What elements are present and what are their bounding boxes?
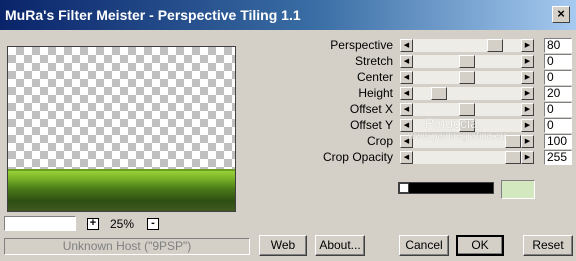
title-bar: MuRa's Filter Meister - Perspective Tili… — [0, 0, 576, 30]
control-label: Offset Y — [350, 118, 393, 132]
reset-button[interactable]: Reset — [523, 235, 573, 256]
slider-left-arrow-icon[interactable]: ◀ — [400, 151, 413, 164]
color-slider[interactable] — [398, 182, 494, 194]
control-label: Stretch — [354, 54, 393, 68]
watermark-url: www.paidiregrafica.eu — [408, 131, 506, 142]
control-value-field[interactable]: 255 — [544, 150, 572, 165]
slider-right-arrow-icon[interactable]: ▶ — [521, 135, 534, 148]
cancel-button[interactable]: Cancel — [399, 235, 449, 256]
web-button[interactable]: Web — [259, 235, 307, 256]
control-label: Crop Opacity — [322, 150, 393, 164]
zoom-out-button[interactable]: - — [147, 218, 159, 230]
slider-right-arrow-icon[interactable]: ▶ — [521, 151, 534, 164]
control-value-field[interactable]: 0 — [544, 118, 572, 133]
ok-button[interactable]: OK — [456, 235, 504, 256]
slider-right-arrow-icon[interactable]: ▶ — [521, 55, 534, 68]
control-slider[interactable]: ◀ ▶ — [400, 87, 534, 100]
color-swatch[interactable] — [501, 180, 535, 199]
control-value-field[interactable]: 0 — [544, 70, 572, 85]
slider-thumb[interactable] — [505, 151, 521, 164]
slider-left-arrow-icon[interactable]: ◀ — [400, 55, 413, 68]
window-title: MuRa's Filter Meister - Perspective Tili… — [5, 7, 301, 23]
slider-thumb[interactable] — [431, 87, 447, 100]
slider-right-arrow-icon[interactable]: ▶ — [521, 119, 534, 132]
slider-thumb[interactable] — [505, 135, 521, 148]
control-value-field[interactable]: 0 — [544, 54, 572, 69]
slider-right-arrow-icon[interactable]: ▶ — [521, 103, 534, 116]
control-label: Height — [358, 86, 393, 100]
slider-left-arrow-icon[interactable]: ◀ — [400, 103, 413, 116]
preview-image[interactable] — [7, 46, 236, 212]
close-button[interactable]: × — [552, 6, 570, 23]
control-label: Offset X — [349, 102, 393, 116]
slider-thumb[interactable] — [459, 71, 475, 84]
zoom-in-button[interactable]: + — [87, 218, 99, 230]
color-slider-knob[interactable] — [399, 183, 409, 193]
zoom-value: 25% — [110, 217, 135, 231]
slider-thumb[interactable] — [487, 39, 503, 52]
slider-thumb[interactable] — [459, 55, 475, 68]
control-slider[interactable]: ◀ ▶ — [400, 71, 534, 84]
control-slider[interactable]: ◀ ▶ — [400, 39, 534, 52]
slider-left-arrow-icon[interactable]: ◀ — [400, 39, 413, 52]
status-bar: Unknown Host ("9PSP") — [4, 238, 250, 255]
control-value-field[interactable]: 100 — [544, 134, 572, 149]
slider-left-arrow-icon[interactable]: ◀ — [400, 87, 413, 100]
control-label: Center — [356, 70, 393, 84]
slider-right-arrow-icon[interactable]: ▶ — [521, 87, 534, 100]
control-slider[interactable]: ◀ ▶ — [400, 151, 534, 164]
control-label: Perspective — [330, 38, 393, 52]
slider-left-arrow-icon[interactable]: ◀ — [400, 71, 413, 84]
about-button[interactable]: About... — [315, 235, 365, 256]
slider-right-arrow-icon[interactable]: ▶ — [521, 39, 534, 52]
control-slider[interactable]: ◀ ▶ — [400, 55, 534, 68]
zoom-field[interactable] — [4, 216, 76, 231]
control-value-field[interactable]: 0 — [544, 102, 572, 117]
control-label: Crop — [366, 134, 393, 148]
preview-grass — [8, 171, 235, 211]
watermark-name: Pinuccia — [425, 115, 478, 131]
control-value-field[interactable]: 20 — [544, 86, 572, 101]
slider-right-arrow-icon[interactable]: ▶ — [521, 71, 534, 84]
control-value-field[interactable]: 80 — [544, 38, 572, 53]
